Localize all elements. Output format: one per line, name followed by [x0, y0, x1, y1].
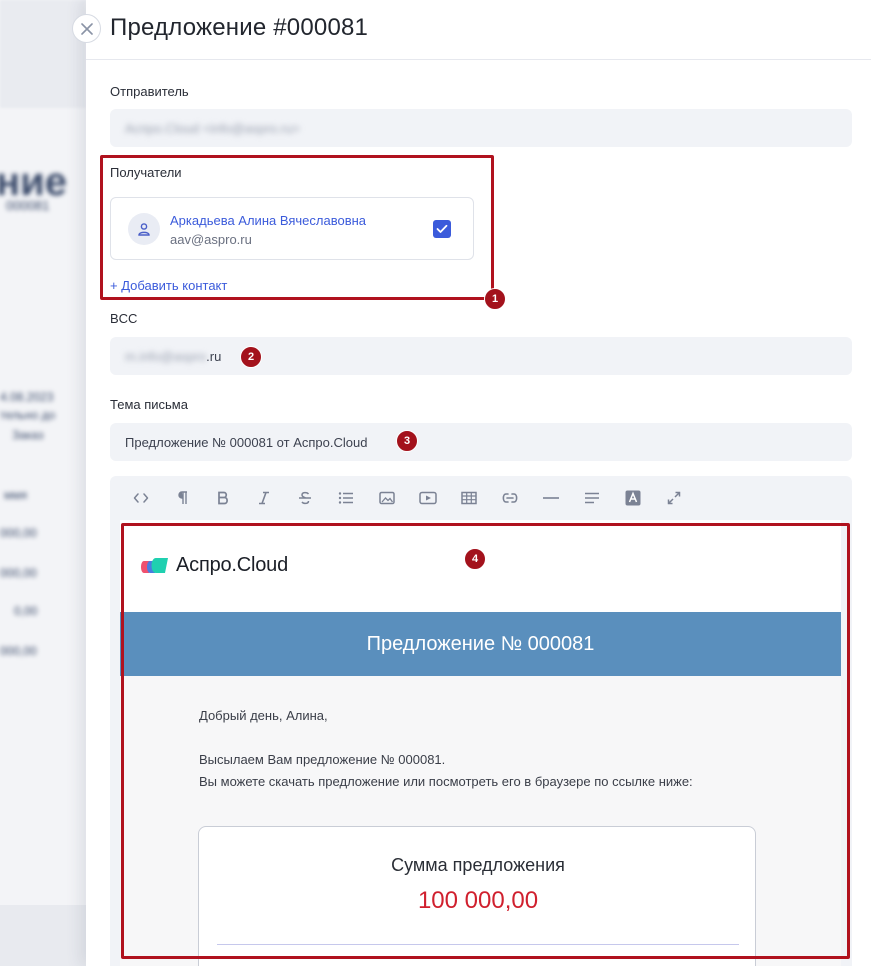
- background-footer: [0, 905, 86, 966]
- horizontal-rule-icon[interactable]: [530, 476, 571, 520]
- page-title: Предложение #000081: [110, 14, 369, 41]
- list-icon[interactable]: [325, 476, 366, 520]
- background-date: 4.08.2023: [0, 390, 54, 404]
- sender-label: Отправитель: [110, 84, 189, 99]
- bcc-label: BCC: [110, 311, 138, 326]
- subject-value: Предложение № 000081 от Аспро.Cloud: [125, 434, 368, 450]
- panel-header: Предложение #000081: [86, 0, 871, 60]
- background-amount: 000,00: [0, 526, 37, 540]
- subject-field[interactable]: Предложение № 000081 от Аспро.Cloud: [110, 423, 852, 461]
- close-icon: [80, 22, 93, 35]
- font-color-icon[interactable]: [612, 476, 653, 520]
- video-icon[interactable]: [407, 476, 448, 520]
- align-icon[interactable]: [571, 476, 612, 520]
- close-button[interactable]: [72, 14, 101, 43]
- annotation-badge: 3: [396, 430, 418, 452]
- background-subheading: 000081: [6, 198, 50, 213]
- table-icon[interactable]: [448, 476, 489, 520]
- background-amount: 000,00: [0, 644, 37, 658]
- bcc-field[interactable]: m.info@aspro .ru: [110, 337, 852, 375]
- italic-icon[interactable]: [243, 476, 284, 520]
- strikethrough-icon[interactable]: [284, 476, 325, 520]
- annotation-badge: 4: [464, 548, 486, 570]
- sender-field[interactable]: Аспро.Cloud <info@aspro.ru>: [110, 109, 852, 147]
- fullscreen-icon[interactable]: [653, 476, 694, 520]
- sender-value: Аспро.Cloud <info@aspro.ru>: [125, 120, 300, 136]
- bcc-value-visible: .ru: [206, 348, 222, 364]
- annotation-box-email-preview: [121, 523, 850, 959]
- background-amount: 000,00: [0, 566, 37, 580]
- background-line: Заказ: [12, 428, 44, 442]
- background-amount: 0,00: [14, 604, 38, 618]
- background-page: ние 000081 4.08.2023 тельно до Заказ ммя…: [0, 0, 86, 966]
- code-icon[interactable]: [120, 476, 161, 520]
- annotation-badge: 2: [240, 346, 262, 368]
- background-header: [0, 0, 86, 108]
- image-icon[interactable]: [366, 476, 407, 520]
- subject-label: Тема письма: [110, 397, 188, 412]
- annotation-badge: 1: [484, 288, 506, 310]
- editor-toolbar: [110, 476, 852, 520]
- background-line: тельно до: [0, 408, 56, 422]
- bold-icon[interactable]: [202, 476, 243, 520]
- annotation-box-recipients: [100, 155, 494, 300]
- link-icon[interactable]: [489, 476, 530, 520]
- paragraph-icon[interactable]: [161, 476, 202, 520]
- background-amount: ммя: [4, 488, 27, 502]
- bcc-value-hidden: m.info@aspro: [125, 348, 207, 364]
